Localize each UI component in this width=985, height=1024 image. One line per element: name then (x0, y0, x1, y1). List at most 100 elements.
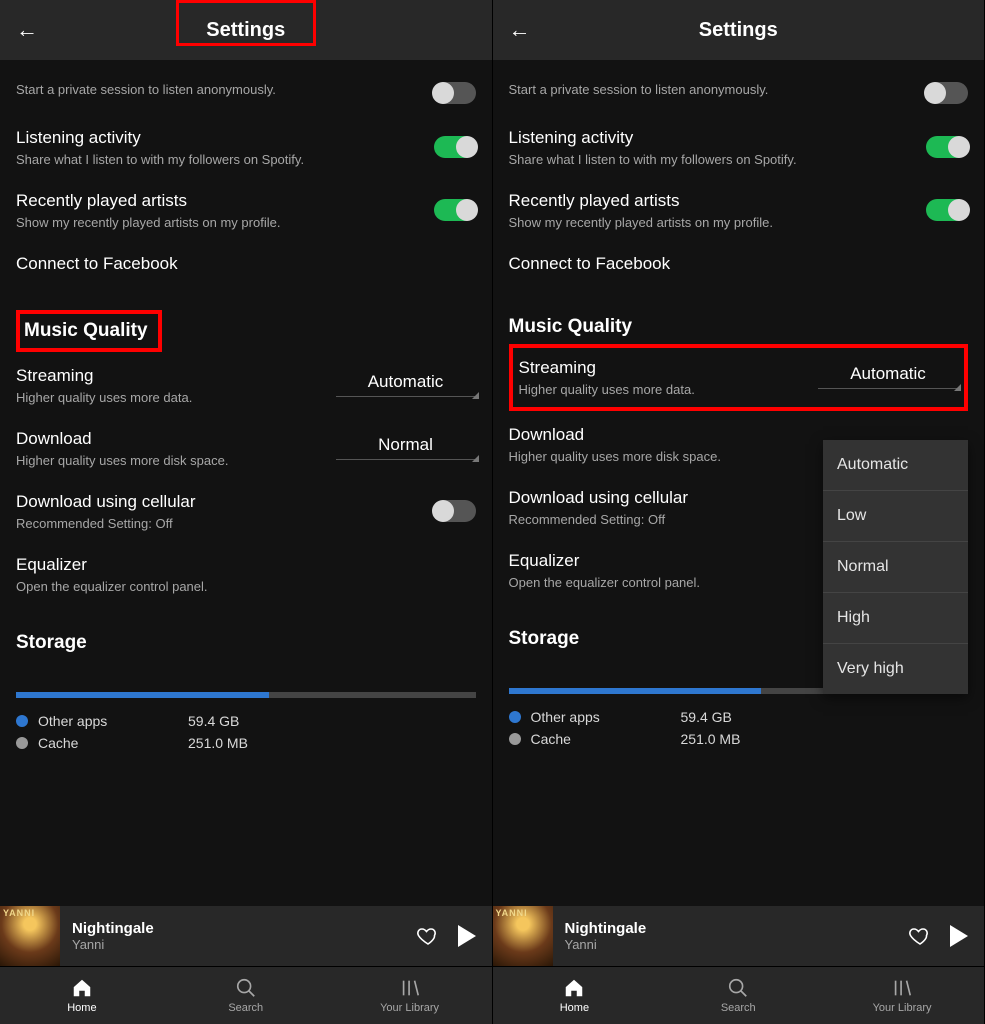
dropdown-streaming-quality[interactable]: Automatic (336, 366, 476, 397)
toggle-listening-activity[interactable] (926, 136, 968, 158)
toggle-listening-activity[interactable] (434, 136, 476, 158)
row-subtitle: Show my recently played artists on my pr… (509, 215, 927, 230)
dot-icon (509, 711, 521, 723)
row-subtitle: Start a private session to listen anonym… (509, 82, 927, 97)
nav-label: Home (560, 1002, 589, 1014)
quality-option-high[interactable]: High (823, 593, 968, 644)
storage-value: 251.0 MB (188, 735, 248, 751)
storage-label: Cache (531, 731, 681, 747)
header: ← Settings (493, 0, 985, 60)
row-subtitle: Higher quality uses more disk space. (16, 453, 336, 468)
back-icon[interactable]: ← (16, 17, 38, 43)
row-title: Connect to Facebook (509, 254, 969, 274)
now-playing-bar[interactable]: YANNI Nightingale Yanni (493, 906, 985, 966)
home-icon (71, 977, 93, 999)
settings-content[interactable]: ▬▬▬▬▬ Start a private session to listen … (0, 60, 492, 906)
search-icon (235, 977, 257, 999)
nav-search[interactable]: Search (164, 967, 328, 1024)
now-playing-bar[interactable]: YANNI Nightingale Yanni (0, 906, 492, 966)
row-title: Connect to Facebook (16, 254, 476, 274)
row-title: Recently played artists (16, 191, 434, 211)
row-download-cellular[interactable]: Download using cellular Recommended Sett… (16, 478, 476, 541)
toggle-private-session[interactable] (434, 82, 476, 104)
row-title: ▬▬▬▬▬ (509, 74, 927, 78)
track-artist: Yanni (72, 937, 406, 952)
quality-option-automatic[interactable]: Automatic (823, 440, 968, 491)
nav-library[interactable]: Your Library (820, 967, 984, 1024)
quality-option-very-high[interactable]: Very high (823, 644, 968, 694)
row-recently-played[interactable]: Recently played artists Show my recently… (16, 177, 476, 240)
page-title: Settings (206, 19, 285, 42)
toggle-download-cellular[interactable] (434, 500, 476, 522)
quality-option-low[interactable]: Low (823, 491, 968, 542)
row-subtitle: Share what I listen to with my followers… (16, 152, 434, 167)
row-title: Download using cellular (16, 492, 434, 512)
heart-icon[interactable] (898, 924, 942, 948)
section-storage: Storage (16, 604, 476, 660)
row-listening-activity[interactable]: Listening activity Share what I listen t… (16, 114, 476, 177)
row-connect-facebook[interactable]: Connect to Facebook (509, 240, 969, 288)
track-artist: Yanni (565, 937, 899, 952)
row-subtitle: Show my recently played artists on my pr… (16, 215, 434, 230)
back-icon[interactable]: ← (509, 17, 531, 43)
row-title: Listening activity (509, 128, 927, 148)
album-art-text: YANNI (3, 908, 35, 918)
bottom-nav: Home Search Your Library (0, 966, 492, 1024)
heart-icon[interactable] (406, 924, 450, 948)
row-streaming[interactable]: Streaming Higher quality uses more data.… (16, 352, 476, 415)
nav-search[interactable]: Search (656, 967, 820, 1024)
row-equalizer[interactable]: Equalizer Open the equalizer control pan… (16, 541, 476, 604)
storage-bar (16, 692, 476, 698)
toggle-private-session[interactable] (926, 82, 968, 104)
library-icon (399, 977, 421, 999)
storage-cache: Cache 251.0 MB (16, 732, 476, 754)
nav-home[interactable]: Home (0, 967, 164, 1024)
library-icon (891, 977, 913, 999)
header: ← Settings (0, 0, 492, 60)
nav-label: Your Library (873, 1002, 932, 1014)
storage-other-apps: Other apps 59.4 GB (509, 706, 969, 728)
settings-content[interactable]: ▬▬▬▬▬ Start a private session to listen … (493, 60, 985, 906)
row-subtitle: Recommended Setting: Off (16, 516, 434, 531)
nav-library[interactable]: Your Library (328, 967, 492, 1024)
page-title: Settings (699, 19, 778, 42)
row-connect-facebook[interactable]: Connect to Facebook (16, 240, 476, 288)
nav-label: Search (721, 1002, 756, 1014)
row-streaming[interactable]: Streaming Higher quality uses more data.… (509, 344, 969, 411)
toggle-recently-played[interactable] (926, 199, 968, 221)
quality-option-normal[interactable]: Normal (823, 542, 968, 593)
row-title: Streaming (16, 366, 336, 386)
row-subtitle: Higher quality uses more data. (519, 382, 819, 397)
row-listening-activity[interactable]: Listening activity Share what I listen t… (509, 114, 969, 177)
play-icon[interactable] (458, 925, 476, 947)
row-title: Equalizer (16, 555, 476, 575)
row-subtitle: Start a private session to listen anonym… (16, 82, 434, 97)
storage-value: 59.4 GB (188, 713, 239, 729)
storage-block: Other apps 59.4 GB Cache 251.0 MB (16, 660, 476, 754)
nav-label: Home (67, 1002, 96, 1014)
nav-label: Search (228, 1002, 263, 1014)
dropdown-download-quality[interactable]: Normal (336, 429, 476, 460)
bottom-nav: Home Search Your Library (493, 966, 985, 1024)
row-download[interactable]: Download Higher quality uses more disk s… (16, 415, 476, 478)
search-icon (727, 977, 749, 999)
dot-icon (509, 733, 521, 745)
row-title: Streaming (519, 358, 819, 378)
row-private-session[interactable]: ▬▬▬▬▬ Start a private session to listen … (509, 60, 969, 114)
nav-home[interactable]: Home (493, 967, 657, 1024)
screen-left: ← Settings ▬▬▬▬▬ Start a private session… (0, 0, 493, 1024)
storage-label: Cache (38, 735, 188, 751)
play-icon[interactable] (950, 925, 968, 947)
row-title: Listening activity (16, 128, 434, 148)
dropdown-streaming-quality[interactable]: Automatic (818, 358, 958, 389)
album-art[interactable]: YANNI (0, 906, 60, 966)
toggle-recently-played[interactable] (434, 199, 476, 221)
album-art[interactable]: YANNI (493, 906, 553, 966)
track-title: Nightingale (565, 920, 899, 937)
album-art-text: YANNI (496, 908, 528, 918)
row-recently-played[interactable]: Recently played artists Show my recently… (509, 177, 969, 240)
section-music-quality: Music Quality (509, 288, 969, 344)
section-music-quality: Music Quality (16, 310, 162, 352)
row-private-session[interactable]: ▬▬▬▬▬ Start a private session to listen … (16, 60, 476, 114)
screen-right: ← Settings ▬▬▬▬▬ Start a private session… (493, 0, 985, 1024)
